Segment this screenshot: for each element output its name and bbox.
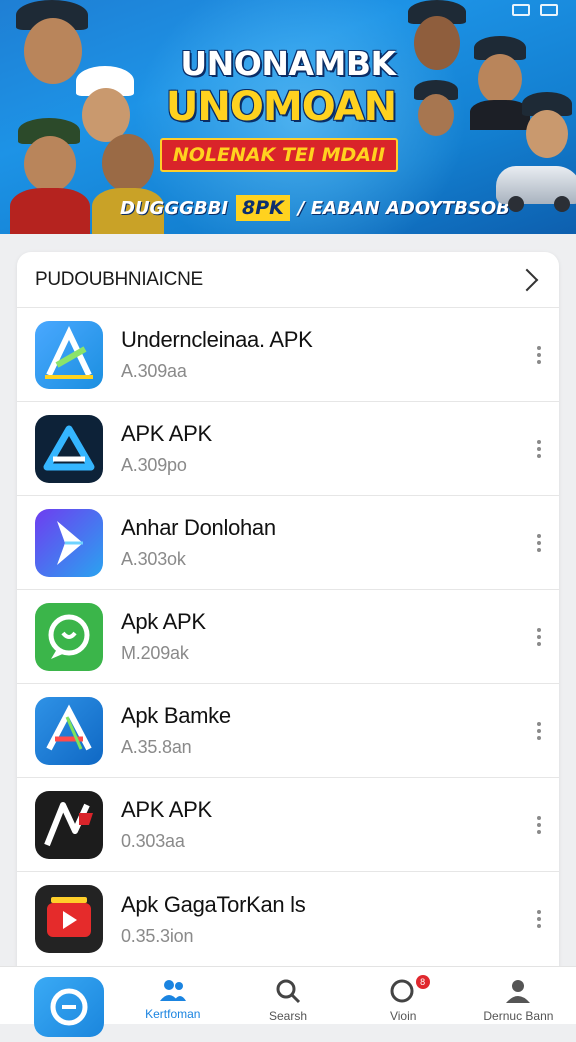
play-store-icon: [35, 320, 103, 389]
app-name: APK APK: [121, 421, 212, 446]
banner-person-7: [518, 92, 576, 172]
app-version: M.209ak: [121, 643, 189, 663]
app-name: APK APK: [121, 797, 212, 822]
banner-car-image: [496, 166, 576, 212]
app-version: 0.303aa: [121, 831, 185, 851]
chat-bubble-icon: [35, 602, 103, 671]
status-bar-icons: [512, 4, 558, 16]
app-list-item[interactable]: Underncleinaa. APK A.309aa: [17, 308, 559, 402]
banner-tagline-highlight: 8PK: [236, 195, 290, 221]
app-list-item[interactable]: Apk Bamke A.35.8an: [17, 684, 559, 778]
more-options-icon[interactable]: [533, 627, 545, 646]
nav-label-search: Searsh: [268, 1009, 308, 1023]
warrior-logo-icon: [35, 790, 103, 859]
nav-label-kertfoman: Kertfoman: [145, 1007, 201, 1021]
banner-person-3: [10, 118, 90, 234]
app-list-item[interactable]: Anhar Donlohan A.303ok: [17, 496, 559, 590]
nav-item-notifications[interactable]: 8 Vioin: [346, 967, 461, 1024]
more-options-icon[interactable]: [533, 815, 545, 834]
promo-banner[interactable]: UNONAMBK UNOMOAN NOLENAK TEI MDAII DUGGG…: [0, 0, 576, 234]
app-list-item[interactable]: Apk APK M.209ak: [17, 590, 559, 684]
more-options-icon[interactable]: [533, 439, 545, 458]
app-list-item[interactable]: APK APK A.309po: [17, 402, 559, 496]
app-version: A.35.8an: [121, 737, 192, 757]
app-version: A.303ok: [121, 549, 186, 569]
app-list-card: PUDOUBHNIAICNE Underncleinaa. APK A.309a…: [17, 252, 559, 982]
video-play-icon: [35, 885, 103, 953]
app-name: Anhar Donlohan: [121, 515, 276, 540]
nav-label-vioin: Vioin: [389, 1009, 417, 1023]
banner-title-line2: UNOMOAN: [165, 84, 397, 130]
section-title: PUDOUBHNIAICNE: [35, 268, 203, 290]
notification-badge: 8: [415, 975, 430, 989]
store-a-icon: [35, 696, 103, 765]
banner-red-ribbon: NOLENAK TEI MDAII: [160, 138, 398, 172]
bottom-navigation: Kertfoman Searsh 8 Vioin Dernuc Bann: [0, 966, 576, 1037]
app-name: Apk Bamke: [121, 703, 231, 728]
app-list-item[interactable]: Apk GagaTorKan ls 0.35.3ion: [17, 872, 559, 966]
search-icon: [276, 979, 301, 1004]
banner-tagline: DUGGGBBI 8PK / EABAN ADOYTBSOB: [120, 190, 520, 226]
nav-item-kertfoman[interactable]: Kertfoman: [115, 967, 230, 1024]
nav-item-profile[interactable]: Dernuc Bann: [461, 967, 576, 1024]
app-name: Apk GagaTorKan ls: [121, 891, 306, 917]
nav-item-home[interactable]: [0, 967, 115, 1037]
banner-person-8: [412, 80, 460, 150]
banner-title-line1: UNONAMBK: [180, 44, 396, 83]
section-header[interactable]: PUDOUBHNIAICNE: [17, 252, 559, 308]
app-store-a-icon: [35, 414, 103, 483]
app-version: A.309po: [121, 455, 187, 475]
banner-tagline-left: DUGGGBBI: [120, 197, 229, 219]
chevron-right-icon[interactable]: [515, 268, 539, 291]
users-icon: [159, 980, 186, 1001]
more-options-icon[interactable]: [533, 533, 545, 552]
profile-icon: [506, 980, 531, 1003]
more-options-icon[interactable]: [533, 721, 545, 740]
notification-icon: [390, 979, 414, 1003]
nav-label-profile: Dernuc Bann: [483, 1009, 554, 1023]
more-options-icon[interactable]: [533, 345, 545, 364]
home-tile-icon[interactable]: [34, 977, 104, 1037]
app-version: 0.35.3ion: [121, 925, 194, 946]
app-name: Underncleinaa. APK: [121, 327, 313, 352]
screen-icon: [512, 4, 530, 16]
banner-tagline-right: / EABAN ADOYTBSOB: [297, 197, 510, 219]
app-list-item[interactable]: APK APK 0.303aa: [17, 778, 559, 872]
app-version: A.309aa: [121, 361, 187, 381]
paper-plane-icon: [35, 508, 103, 577]
nav-item-search[interactable]: Searsh: [230, 967, 345, 1024]
battery-icon: [540, 4, 558, 16]
more-options-icon[interactable]: [533, 910, 545, 928]
app-name: Apk APK: [121, 609, 206, 634]
